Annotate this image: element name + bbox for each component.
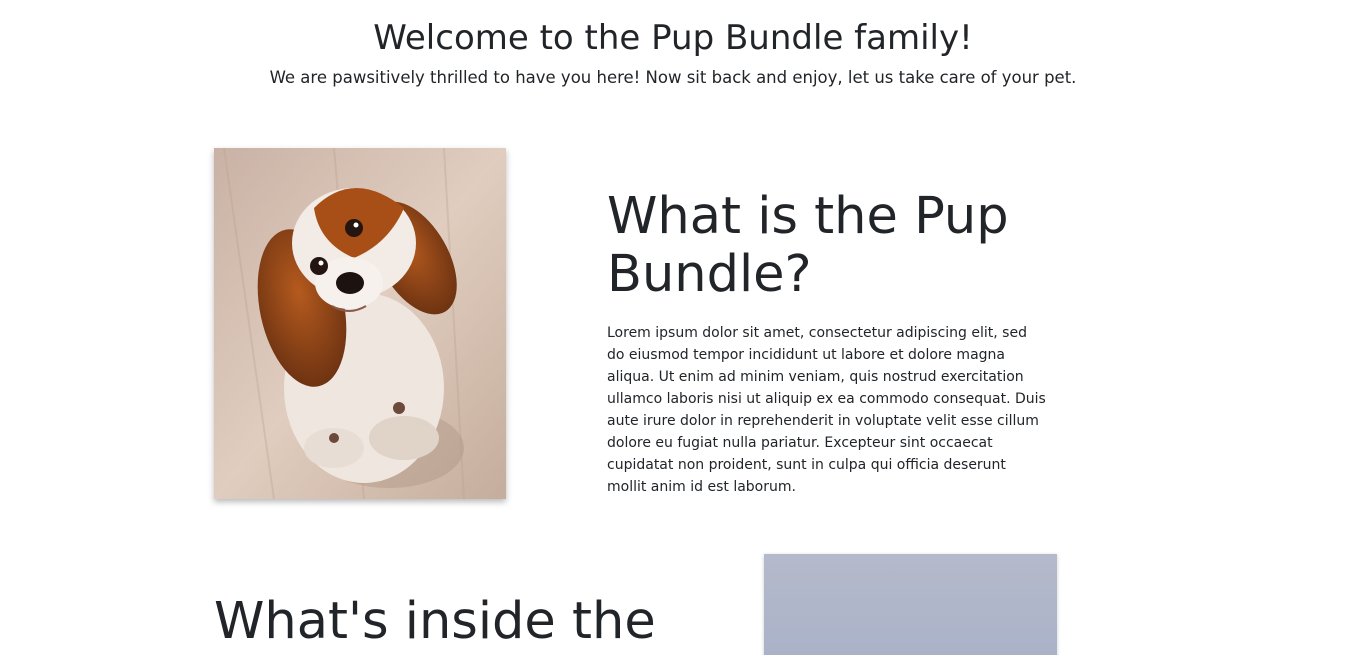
inside-heading: What's inside the <box>214 592 656 651</box>
about-body: Lorem ipsum dolor sit amet, consectetur … <box>607 325 1046 495</box>
about-heading: What is the Pup Bundle? <box>607 187 1009 304</box>
page-title: Welcome to the Pup Bundle family! <box>373 18 973 58</box>
product-photo <box>764 554 1057 655</box>
hero-subtitle: We are pawsitively thrilled to have you … <box>269 68 1077 87</box>
puppy-photo <box>214 148 506 499</box>
